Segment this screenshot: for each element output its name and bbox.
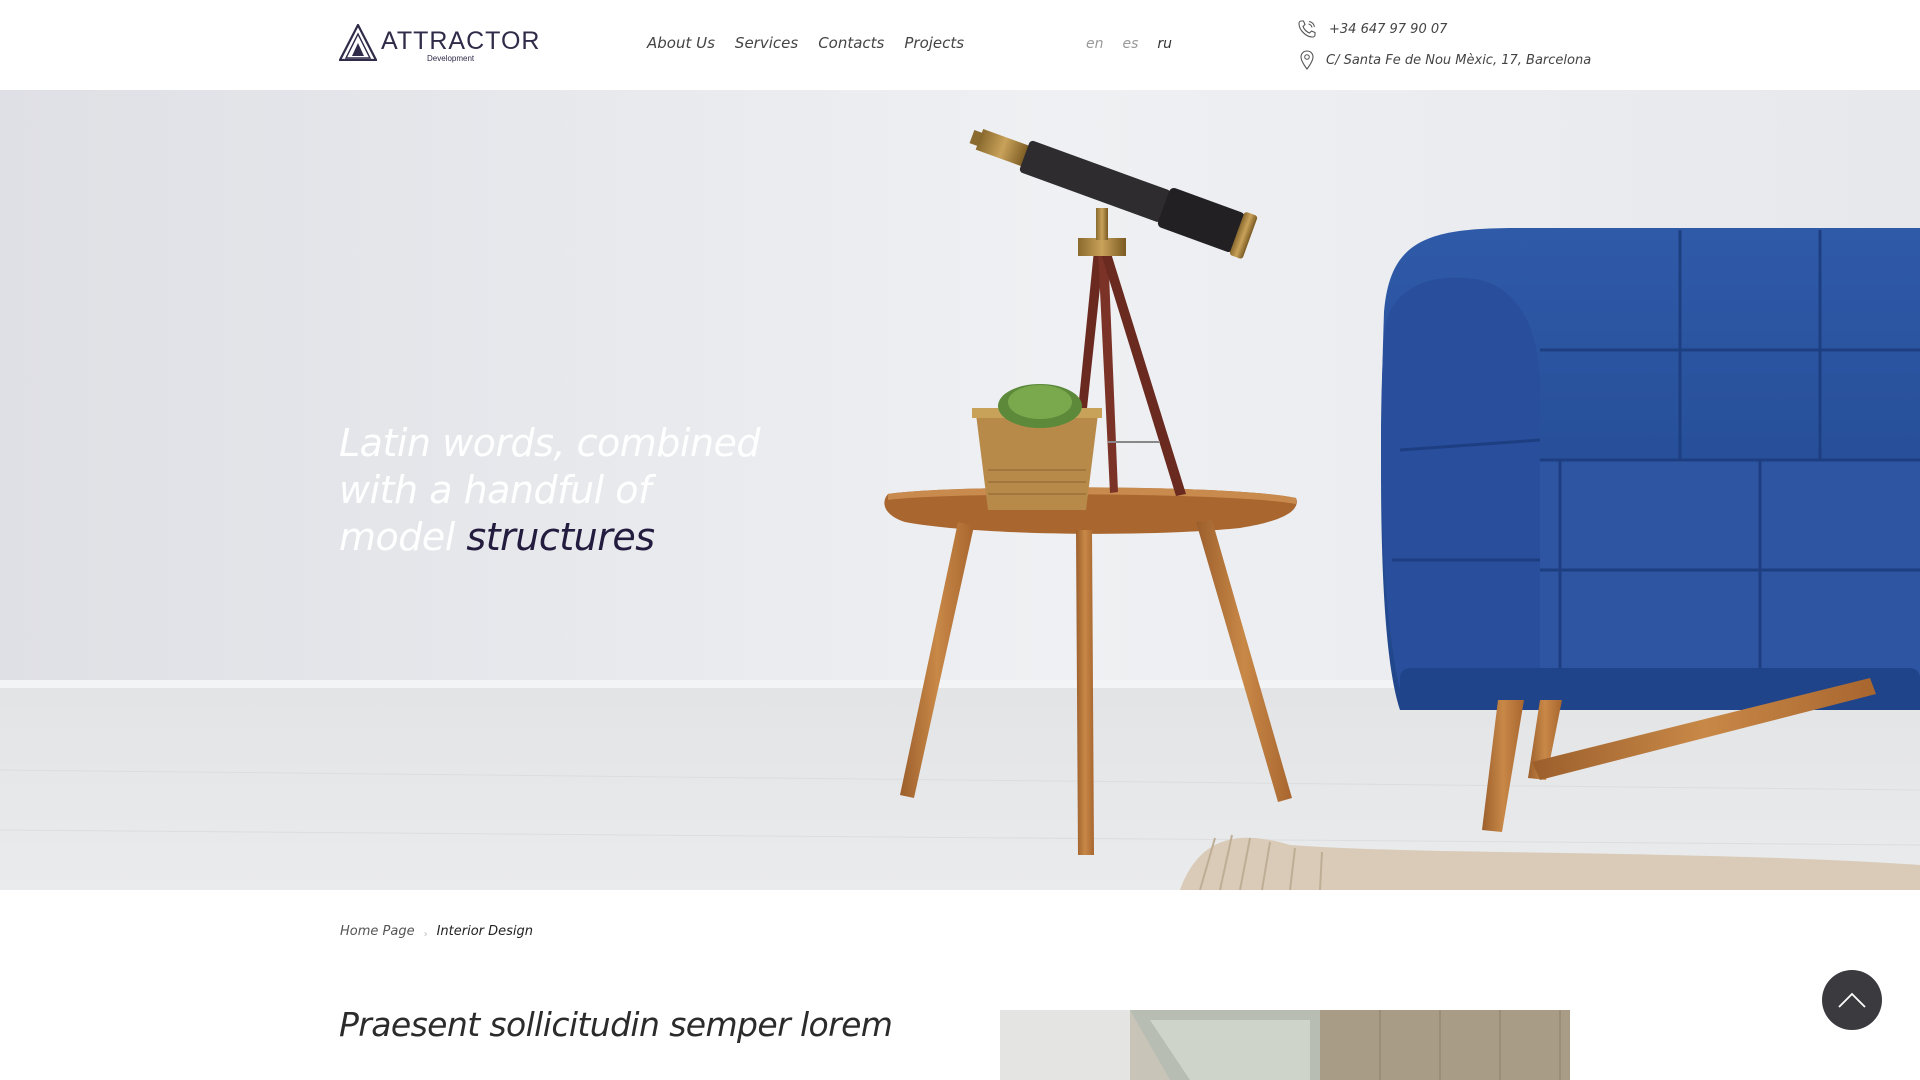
logo-subtitle: Development [427, 54, 475, 63]
nav-about-us[interactable]: About Us [647, 34, 715, 52]
location-pin-icon [1296, 49, 1318, 71]
phone-number[interactable]: +34 647 97 90 07 [1329, 22, 1447, 37]
hero-banner: Latin words, combined with a handful of … [0, 90, 1920, 890]
scroll-to-top-button[interactable] [1822, 970, 1882, 1030]
logo[interactable]: ATTRACTOR Development [339, 24, 539, 64]
nav-contacts[interactable]: Contacts [818, 34, 884, 52]
contact-phone[interactable]: +34 647 97 90 07 [1296, 18, 1626, 40]
nav-projects[interactable]: Projects [904, 34, 964, 52]
phone-icon [1296, 18, 1318, 40]
language-switcher: en es ru [1086, 36, 1172, 52]
lang-en[interactable]: en [1086, 36, 1104, 52]
chevron-up-icon [1838, 992, 1866, 1008]
hero-title-accent: structures [466, 515, 655, 559]
content-image [1000, 1010, 1570, 1080]
hero-interior-illustration [0, 90, 1920, 890]
section-body-text-cropped [339, 1073, 899, 1080]
main-nav: About Us Services Contacts Projects [647, 34, 964, 52]
lang-ru[interactable]: ru [1157, 36, 1172, 52]
section-heading: Praesent sollicitudin semper lorem [339, 1005, 893, 1044]
lang-es[interactable]: es [1123, 36, 1139, 52]
breadcrumb-separator-icon: › [423, 929, 428, 940]
address-text: C/ Santa Fe de Nou Mèxic, 17, Barcelona [1326, 52, 1592, 68]
logo-mark-icon [339, 24, 377, 61]
nav-services[interactable]: Services [735, 34, 798, 52]
breadcrumb-home[interactable]: Home Page [340, 924, 415, 939]
breadcrumb-current: Interior Design [436, 924, 534, 939]
site-header: ATTRACTOR Development About Us Services … [0, 0, 1920, 90]
logo-wordmark: ATTRACTOR [381, 27, 541, 55]
contact-address: C/ Santa Fe de Nou Mèxic, 17, Barcelona [1296, 49, 1626, 71]
hero-title: Latin words, combined with a handful of … [339, 420, 769, 561]
breadcrumb: Home Page › Interior Design [340, 923, 533, 940]
